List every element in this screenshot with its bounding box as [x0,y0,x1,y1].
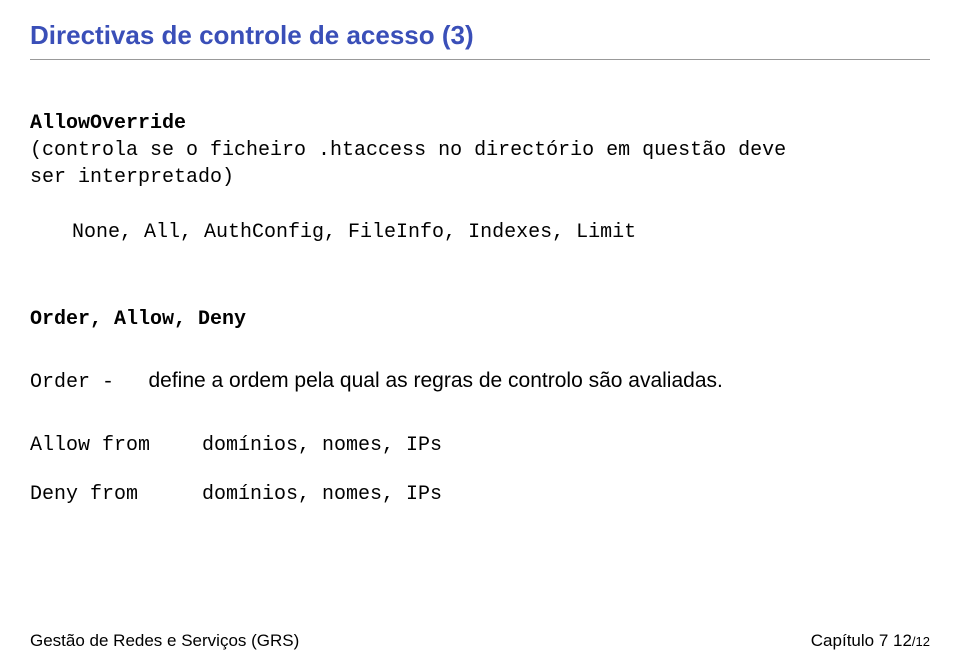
footer-right: Capítulo 7 12/12 [811,631,930,651]
footer-right-prefix: Capítulo 7 12 [811,631,912,650]
footer: Gestão de Redes e Serviços (GRS) Capítul… [30,631,930,651]
order-left: Order - [30,369,114,396]
allow-from-right: domínios, nomes, IPs [202,432,442,459]
allowoverride-label: AllowOverride [30,110,930,137]
footer-left: Gestão de Redes e Serviços (GRS) [30,631,299,651]
order-definition-row: Order - define a ordem pela qual as regr… [30,369,930,396]
deny-from-right: domínios, nomes, IPs [202,481,442,508]
deny-from-row: Deny from domínios, nomes, IPs [30,481,930,508]
order-heading: Order, Allow, Deny [30,306,930,333]
allow-from-left: Allow from [30,432,190,459]
order-right: define a ordem pela qual as regras de co… [148,369,722,392]
none-line: None, All, AuthConfig, FileInfo, Indexes… [72,219,930,246]
footer-right-total: /12 [912,634,930,649]
page-title: Directivas de controle de acesso (3) [30,20,930,51]
order-heading-block: Order, Allow, Deny [30,306,930,333]
allow-from-row: Allow from domínios, nomes, IPs [30,432,930,459]
allowoverride-desc-1: (controla se o ficheiro .htaccess no dir… [30,137,930,164]
allowoverride-block: AllowOverride (controla se o ficheiro .h… [30,110,930,191]
title-underline [30,59,930,60]
deny-from-left: Deny from [30,481,190,508]
allowoverride-desc-2: ser interpretado) [30,164,930,191]
